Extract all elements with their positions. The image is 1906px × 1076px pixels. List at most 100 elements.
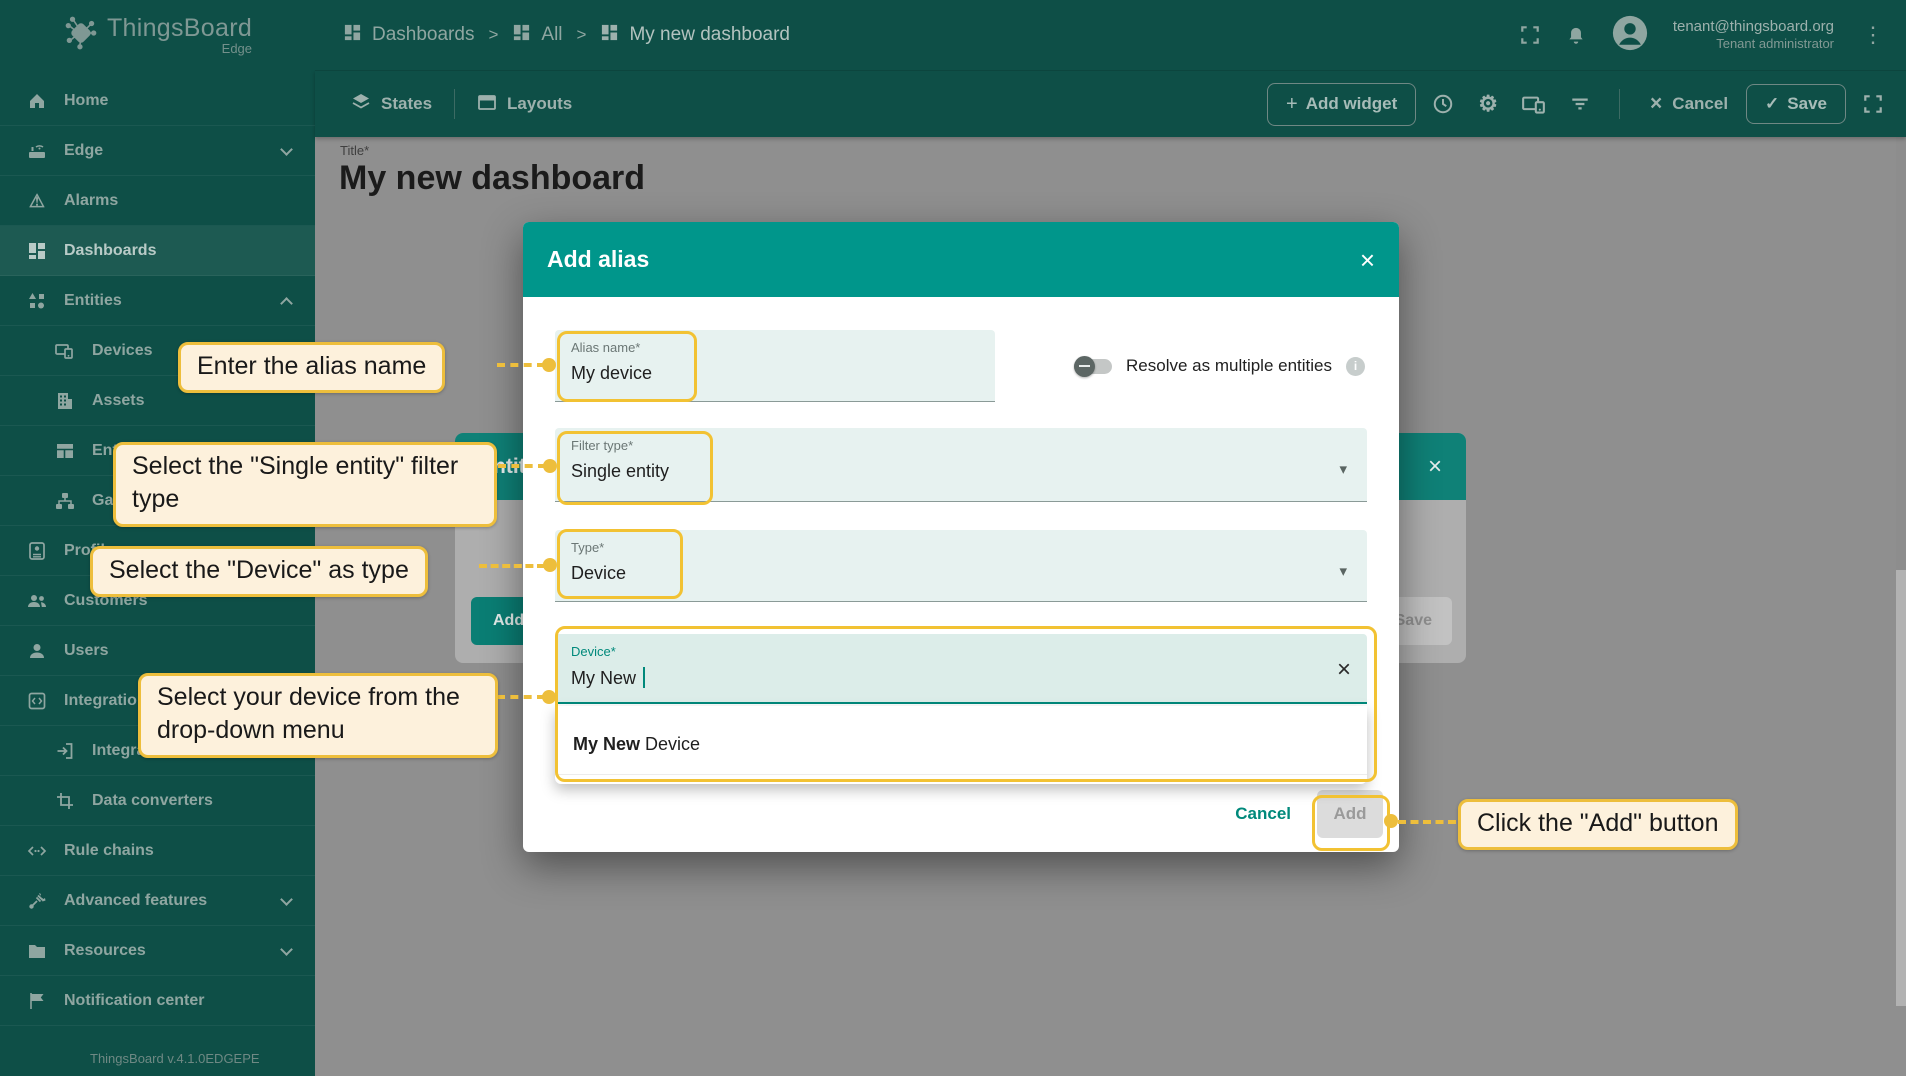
plus-icon: + [1286, 93, 1298, 116]
layout-icon [477, 92, 497, 117]
sidebar-item-entities[interactable]: Entities [0, 276, 315, 326]
logo-subtitle: Edge [107, 41, 252, 56]
sidebar-item-edge[interactable]: Edge [0, 126, 315, 176]
profiles-icon [24, 541, 50, 561]
sidebar-item-label: Alarms [64, 192, 118, 210]
device-input-value[interactable]: My New [571, 667, 1351, 689]
chevron-down-icon: ▾ [1339, 460, 1347, 478]
connector-line [497, 363, 545, 367]
cancel-button[interactable]: Cancel [1235, 804, 1291, 824]
sidebar-item-label: Dashboards [64, 242, 156, 260]
user-info[interactable]: tenant@thingsboard.org Tenant administra… [1673, 17, 1834, 53]
annotation-enter-alias-name: Enter the alias name [178, 342, 445, 393]
avatar[interactable] [1611, 14, 1649, 57]
router-icon [24, 141, 50, 161]
breadcrumb-my-new-dashboard[interactable]: My new dashboard [600, 23, 790, 48]
type-select[interactable]: Type* Device ▾ [555, 530, 1367, 602]
annotation-select-device-type: Select the "Device" as type [90, 546, 428, 597]
breadcrumb: Dashboards > All > My new dashboard [343, 23, 790, 48]
close-icon[interactable]: × [1428, 453, 1442, 481]
connector-dot [543, 459, 557, 473]
option-rest-text: Device [640, 734, 700, 755]
filter-type-select[interactable]: Filter type* Single entity ▾ [555, 428, 1367, 502]
dashboard-title-value: My new dashboard [339, 159, 645, 198]
connector-dot [542, 690, 556, 704]
chevron-down-icon: ▾ [1339, 562, 1347, 580]
dashboards-icon [24, 241, 50, 261]
device-autocomplete-field[interactable]: Device* My New × My New Device [555, 634, 1367, 704]
dashboard-grid-icon [600, 23, 619, 48]
add-widget-button[interactable]: + Add widget [1267, 83, 1416, 126]
sidebar-item-data-converters[interactable]: Data converters [0, 776, 315, 826]
manage-layouts-devices-icon[interactable] [1514, 85, 1553, 124]
states-button[interactable]: States [341, 84, 442, 125]
add-button[interactable]: Add [1317, 790, 1383, 838]
notifications-bell-icon[interactable] [1565, 24, 1587, 46]
sidebar-item-notification-center[interactable]: Notification center [0, 976, 315, 1026]
kebab-menu-icon[interactable]: ⋮ [1858, 22, 1888, 48]
add-alias-modal-title: Add alias [547, 246, 649, 273]
states-label: States [381, 94, 432, 114]
check-icon: ✓ [1765, 94, 1779, 114]
sidebar-item-home[interactable]: Home [0, 76, 315, 126]
breadcrumb-all[interactable]: All [512, 23, 562, 48]
top-bar: ThingsBoard Edge Dashboards > All > My n… [0, 0, 1906, 70]
breadcrumb-dashboards[interactable]: Dashboards [343, 23, 474, 48]
breadcrumb-label: My new dashboard [629, 24, 790, 46]
thingsboard-app: Title* My new dashboard Home Edge ⚠ Alarms D… [0, 0, 1906, 1076]
sidebar-scrollbar[interactable] [1896, 0, 1906, 1006]
sidebar-item-resources[interactable]: Resources [0, 926, 315, 976]
option-match-text: My New [573, 734, 640, 755]
toolbar-divider [1619, 89, 1620, 119]
chevron-down-icon [280, 143, 293, 156]
dashboard-title-label: Title* [340, 143, 369, 158]
sidebar-item-dashboards[interactable]: Dashboards [0, 226, 315, 276]
expand-fullscreen-icon[interactable] [1854, 85, 1892, 123]
add-widget-label: Add widget [1306, 94, 1398, 114]
filter-icon[interactable] [1561, 85, 1599, 123]
notification-center-icon [24, 991, 50, 1011]
time-window-clock-icon[interactable] [1424, 85, 1462, 123]
breadcrumb-label: Dashboards [372, 24, 474, 46]
warning-icon: ⚠ [24, 192, 50, 210]
sidebar-item-label: Assets [92, 392, 144, 410]
save-dashboard-button[interactable]: ✓ Save [1746, 84, 1846, 124]
sidebar-item-label: Notification center [64, 992, 204, 1010]
gateways-icon [52, 491, 78, 511]
alias-name-value: My device [571, 363, 979, 384]
device-option-my-new-device[interactable]: My New Device [555, 715, 1367, 775]
alias-name-label: Alias name* [571, 340, 979, 355]
sidebar-item-label: Rule chains [64, 842, 154, 860]
connector-line [497, 695, 545, 699]
connector-line [1398, 820, 1456, 824]
resolve-multiple-toggle[interactable] [1074, 359, 1112, 374]
settings-gear-icon[interactable]: ⚙ [1470, 85, 1506, 123]
devices-icon [52, 341, 78, 361]
close-icon[interactable]: × [1360, 247, 1375, 273]
add-alias-modal-header: Add alias × [523, 222, 1399, 297]
thingsboard-logo-icon [63, 15, 99, 56]
sidebar-item-label: Home [64, 92, 108, 110]
filter-type-label: Filter type* [571, 438, 1351, 453]
layouts-button[interactable]: Layouts [467, 84, 582, 125]
user-role: Tenant administrator [1673, 36, 1834, 53]
alias-name-field[interactable]: Alias name* My device [555, 330, 995, 402]
fullscreen-icon[interactable] [1519, 24, 1541, 46]
breadcrumb-separator: > [577, 25, 587, 45]
sidebar-item-advanced-features[interactable]: Advanced features [0, 876, 315, 926]
sidebar-item-label: Entities [64, 292, 122, 310]
device-label: Device* [571, 644, 1351, 659]
cancel-edit-button[interactable]: × Cancel [1640, 84, 1738, 124]
info-icon[interactable]: i [1346, 357, 1365, 376]
thingsboard-logo[interactable]: ThingsBoard Edge [0, 14, 315, 56]
sidebar-item-alarms[interactable]: ⚠ Alarms [0, 176, 315, 226]
sidebar-item-users[interactable]: Users [0, 626, 315, 676]
filter-type-value: Single entity [571, 461, 1351, 482]
customers-icon [24, 591, 50, 611]
toggle-thumb[interactable] [1074, 356, 1095, 377]
clear-icon[interactable]: × [1337, 656, 1351, 684]
layouts-label: Layouts [507, 94, 572, 114]
sidebar-item-rule-chains[interactable]: Rule chains [0, 826, 315, 876]
cancel-edit-label: Cancel [1672, 94, 1728, 114]
chevron-down-icon [280, 943, 293, 956]
